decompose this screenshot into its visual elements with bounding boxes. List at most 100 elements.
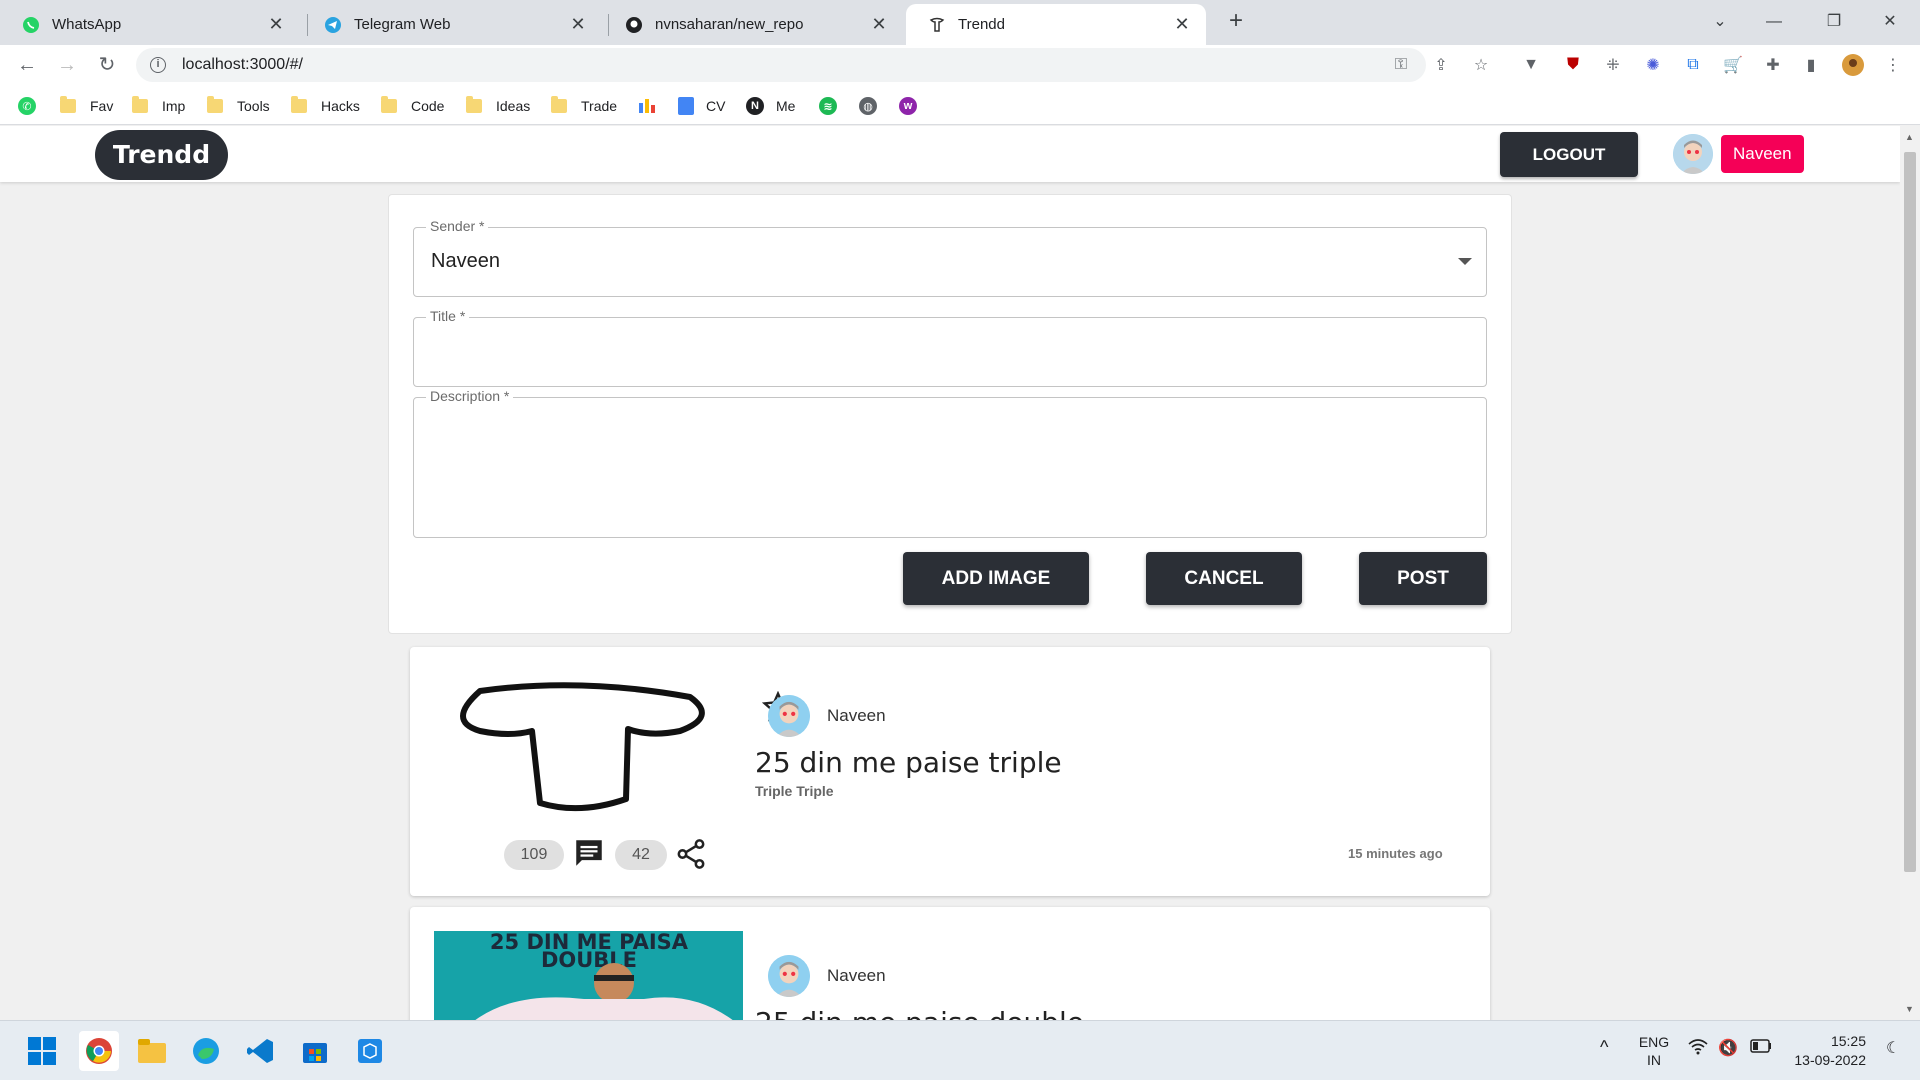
tab-whatsapp[interactable]: WhatsApp ✕ — [0, 4, 300, 45]
close-window-button[interactable]: ✕ — [1870, 6, 1910, 38]
bar-chart-bookmark[interactable] — [638, 95, 656, 117]
share-icon[interactable]: ⇪ — [1430, 54, 1452, 76]
scroll-down-icon[interactable]: ▼ — [1905, 1004, 1914, 1014]
bookmarks-bar: ✆ Fav Imp Tools Hacks Code Ideas Trade C… — [0, 85, 1920, 125]
close-icon[interactable]: ✕ — [266, 14, 286, 35]
bookmark-label: Code — [411, 98, 445, 114]
bookmark-cv[interactable]: CV — [678, 95, 725, 117]
puzzle-icon[interactable]: ✚ — [1762, 54, 1784, 76]
tab-title: WhatsApp — [52, 16, 122, 33]
edge-icon[interactable] — [190, 1035, 222, 1067]
cart-icon[interactable]: 🛒 — [1722, 54, 1744, 76]
focus-moon-icon[interactable]: ☾ — [1886, 1038, 1900, 1058]
star-bookmark-icon[interactable]: ☆ — [1470, 54, 1492, 76]
globe-bookmark[interactable]: ◍ — [859, 95, 877, 117]
bookmark-code[interactable]: Code — [381, 95, 444, 117]
chevron-down-icon[interactable]: ⌄ — [1700, 6, 1740, 38]
folder-icon — [207, 96, 223, 113]
windows-start-icon[interactable] — [26, 1035, 58, 1067]
extension-star-icon[interactable]: ✺ — [1642, 54, 1664, 76]
description-field[interactable]: Description * — [413, 388, 1487, 538]
extension-v-icon[interactable]: ▼ — [1520, 54, 1542, 76]
speaker-muted-icon[interactable]: 🔇 — [1718, 1038, 1738, 1058]
brand-logo[interactable]: Trendd — [95, 130, 228, 180]
close-icon[interactable]: ✕ — [568, 14, 588, 35]
app-cube-icon[interactable] — [354, 1035, 386, 1067]
reload-icon[interactable]: ↻ — [92, 50, 122, 80]
star-count: 109 — [504, 840, 564, 870]
whatsapp-bookmark[interactable]: ✆ — [18, 95, 36, 117]
comment-count: 42 — [615, 840, 667, 870]
bookmark-fav[interactable]: Fav — [60, 95, 113, 117]
forward-icon[interactable]: → — [52, 50, 82, 80]
info-icon[interactable]: i — [150, 57, 166, 73]
language-indicator[interactable]: ENG IN — [1636, 1033, 1672, 1069]
post-card[interactable]: 109 42 Naveen 25 din me paise triple Tri… — [410, 647, 1490, 896]
tab-trendd[interactable]: Trendd ✕ — [906, 4, 1206, 45]
close-icon[interactable]: ✕ — [1172, 14, 1192, 35]
tab-github[interactable]: nvnsaharan/new_repo ✕ — [603, 4, 903, 45]
sender-select[interactable]: Sender * Naveen — [413, 218, 1487, 297]
scroll-up-icon[interactable]: ▲ — [1905, 132, 1914, 142]
folder-icon — [381, 96, 397, 113]
bookmark-tools[interactable]: Tools — [207, 95, 270, 117]
w-icon: w — [899, 97, 917, 115]
back-icon[interactable]: ← — [12, 50, 42, 80]
ublock-icon[interactable]: ⛊ — [1562, 54, 1584, 76]
file-explorer-icon[interactable] — [136, 1035, 168, 1067]
lang-text: ENG — [1638, 1034, 1670, 1050]
vscode-icon[interactable] — [245, 1035, 277, 1067]
bookmark-me[interactable]: N Me — [746, 95, 795, 117]
bookmark-ideas[interactable]: Ideas — [466, 95, 530, 117]
bookmark-label: Me — [776, 98, 796, 114]
post-time: 15 minutes ago — [1348, 846, 1443, 861]
profile-avatar[interactable] — [1842, 54, 1864, 76]
sender-value: Naveen — [431, 250, 500, 272]
user-name-chip[interactable]: Naveen — [1721, 135, 1804, 173]
folder-icon — [60, 96, 76, 113]
post-card[interactable]: 25 DIN ME PAISA DOUBLE Naveen 25 din me … — [410, 907, 1490, 1020]
bookmark-trade[interactable]: Trade — [551, 95, 617, 117]
clock[interactable]: 15:25 13-09-2022 — [1786, 1032, 1866, 1070]
battery-icon[interactable] — [1750, 1039, 1772, 1056]
address-bar[interactable]: i localhost:3000/#/ — [136, 48, 1426, 82]
wifi-icon[interactable] — [1688, 1039, 1708, 1058]
w-bookmark[interactable]: w — [899, 95, 917, 117]
bookmark-hacks[interactable]: Hacks — [291, 95, 360, 117]
close-icon[interactable]: ✕ — [869, 14, 889, 35]
logout-button[interactable]: LOGOUT — [1500, 132, 1638, 177]
app-header: Trendd LOGOUT Naveen — [0, 126, 1900, 182]
whatsapp-icon — [22, 16, 40, 34]
page-scrollbar[interactable]: ▲ ▼ — [1900, 126, 1920, 1020]
description-label: Description * — [426, 388, 514, 404]
chrome-taskbar-icon[interactable] — [79, 1031, 119, 1071]
share-icon[interactable] — [674, 837, 708, 876]
menu-icon[interactable]: ⋮ — [1882, 54, 1904, 76]
scroll-thumb[interactable] — [1904, 152, 1916, 872]
key-icon[interactable]: ⚿ — [1390, 54, 1412, 76]
folder-icon — [466, 96, 482, 113]
avatar[interactable] — [1673, 134, 1713, 174]
tab-telegram[interactable]: Telegram Web ✕ — [302, 4, 602, 45]
store-icon[interactable] — [299, 1035, 331, 1067]
side-panel-icon[interactable]: ▮ — [1800, 54, 1822, 76]
post-author: Naveen — [827, 706, 886, 725]
post-title: 25 din me paise double — [755, 1006, 1084, 1020]
restore-button[interactable]: ❐ — [1814, 6, 1854, 38]
add-image-button[interactable]: ADD IMAGE — [903, 552, 1089, 605]
screen-capture-icon[interactable]: ⧉ — [1682, 54, 1704, 76]
spotify-bookmark[interactable]: ≋ — [819, 95, 837, 117]
comment-icon[interactable] — [572, 836, 606, 875]
chevron-up-icon[interactable]: ^ — [1600, 1037, 1608, 1058]
post-button[interactable]: POST — [1359, 552, 1487, 605]
minimize-button[interactable]: — — [1754, 6, 1794, 38]
cancel-button[interactable]: CANCEL — [1146, 552, 1302, 605]
title-field[interactable]: Title * — [413, 308, 1487, 387]
new-tab-button[interactable]: + — [1222, 8, 1250, 36]
time-text: 15:25 — [1830, 1033, 1866, 1049]
create-post-form: Sender * Naveen Title * Description * AD… — [388, 194, 1512, 634]
region-text: IN — [1647, 1052, 1661, 1068]
bookmark-imp[interactable]: Imp — [132, 95, 185, 117]
post-description: Triple Triple — [755, 783, 834, 799]
extension-grid-icon[interactable]: ⁜ — [1602, 54, 1624, 76]
